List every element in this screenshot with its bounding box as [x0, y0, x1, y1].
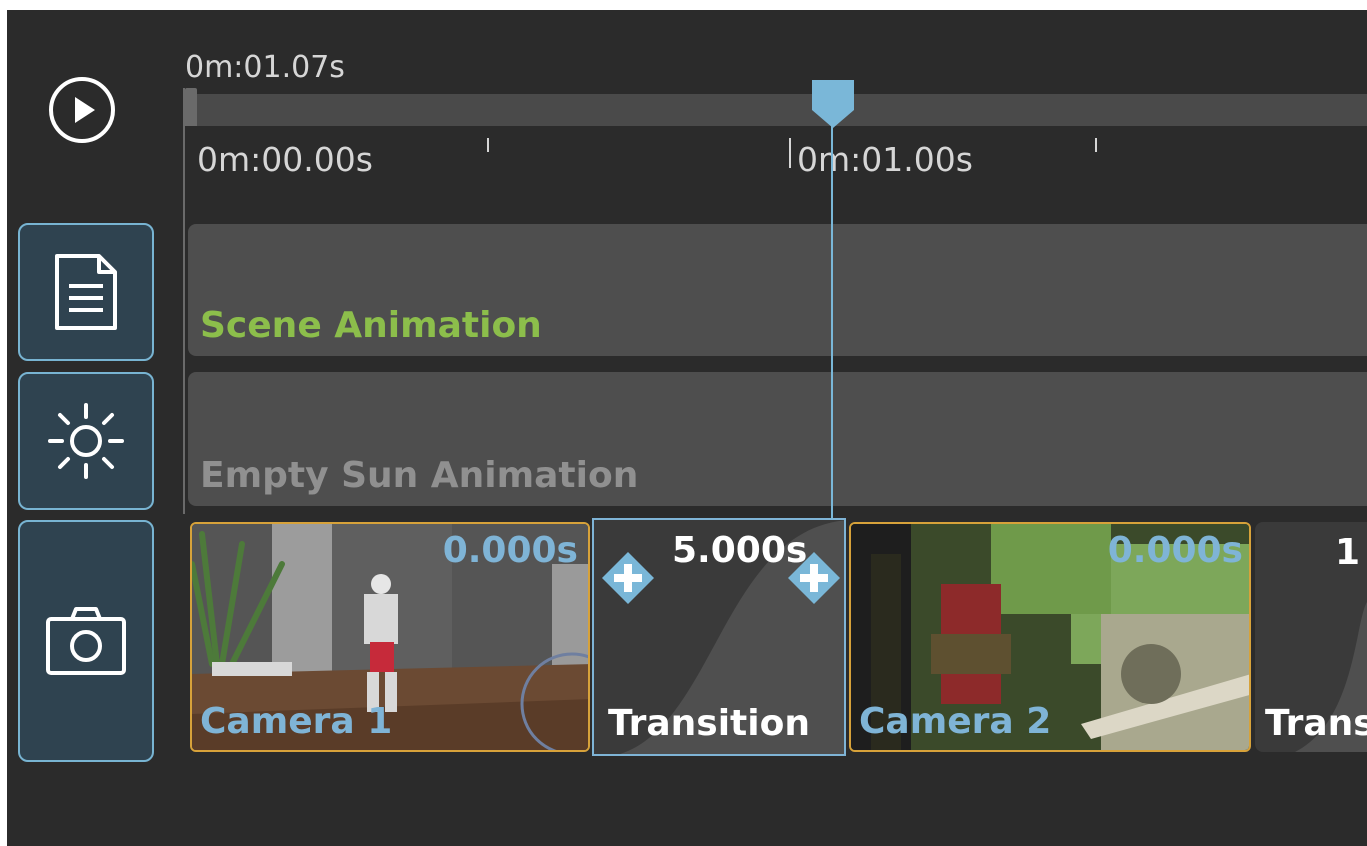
sun-icon	[48, 403, 124, 479]
timeline-start-line	[183, 88, 185, 514]
transition-2-duration: 1	[1335, 532, 1361, 573]
ruler-tick	[487, 138, 489, 152]
scene-animation-label: Scene Animation	[200, 305, 542, 346]
move-handle-icon[interactable]	[600, 550, 656, 606]
sun-animation-button[interactable]	[18, 372, 154, 510]
sun-animation-label: Empty Sun Animation	[200, 455, 639, 496]
range-start-handle[interactable]	[185, 88, 197, 128]
move-handle-icon[interactable]	[786, 550, 842, 606]
play-icon	[49, 77, 115, 143]
document-icon	[55, 254, 117, 330]
transition-clip-2[interactable]: 1 Transition	[1255, 522, 1367, 752]
camera-1-duration: 0.000s	[442, 530, 578, 571]
ruler-label-1s: 0m:01.00s	[797, 140, 973, 179]
time-scrubber-bar[interactable]	[185, 94, 1367, 126]
camera-icon	[46, 607, 126, 675]
timeline-editor: 0m:01.07s 0m:00.00s 0m:01.00s Scene Anim…	[7, 10, 1367, 846]
sun-animation-track[interactable]: Empty Sun Animation	[188, 372, 1367, 506]
current-time-readout: 0m:01.07s	[185, 50, 345, 85]
ruler-tick	[1095, 138, 1097, 152]
transition-1-name: Transition	[608, 703, 810, 744]
playhead-line	[831, 120, 833, 520]
camera-2-duration: 0.000s	[1107, 530, 1243, 571]
camera-track-button[interactable]	[18, 520, 154, 762]
play-button[interactable]	[47, 75, 117, 145]
camera-2-name: Camera 2	[859, 701, 1052, 742]
scene-animation-track[interactable]: Scene Animation	[188, 224, 1367, 356]
camera-1-name: Camera 1	[200, 701, 393, 742]
ruler-tick-major	[789, 138, 791, 168]
transition-2-name: Transition	[1265, 703, 1367, 744]
transition-clip-1[interactable]: 5.000s Transition	[592, 518, 846, 756]
camera-clip-1[interactable]: 0.000s Camera 1	[190, 522, 590, 752]
camera-clip-2[interactable]: 0.000s Camera 2	[849, 522, 1251, 752]
playhead-handle[interactable]	[810, 80, 856, 128]
scene-animation-button[interactable]	[18, 223, 154, 361]
ruler-label-start: 0m:00.00s	[197, 140, 373, 179]
time-ruler[interactable]: 0m:00.00s 0m:01.00s	[185, 126, 1367, 216]
